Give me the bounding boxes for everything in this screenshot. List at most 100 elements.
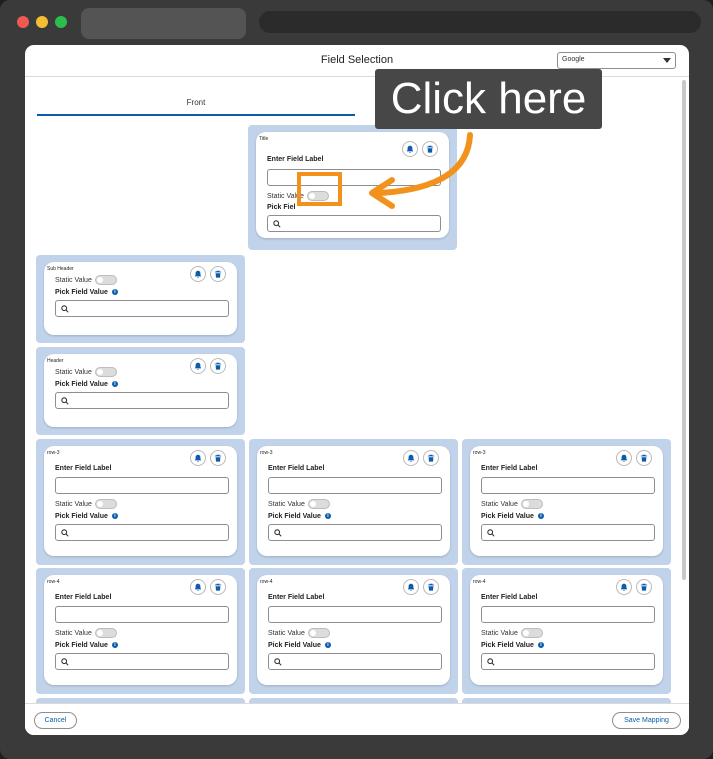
source-select[interactable]: Google (557, 52, 676, 69)
notify-button[interactable] (190, 579, 206, 595)
info-icon[interactable]: i (111, 513, 118, 520)
card-name: row-3 (47, 450, 60, 456)
static-value-label: Static Value (268, 630, 305, 637)
static-value-toggle[interactable] (95, 628, 117, 638)
card-inner: Sub Header Static Value Pick Field Value… (44, 262, 237, 335)
notify-button[interactable] (402, 141, 418, 157)
browser-tab[interactable] (81, 8, 246, 39)
enter-field-label-heading: Enter Field Label (481, 465, 538, 472)
card-inner: Title Enter Field Label Static Value Pic… (256, 132, 449, 238)
card-name: Title (259, 136, 269, 142)
static-value-toggle[interactable] (521, 499, 543, 509)
static-value-label: Static Value (55, 501, 92, 508)
card-inner: row-4 Enter Field Label Static Value Pic… (470, 575, 663, 685)
card-inner: row-4 Enter Field Label Static Value Pic… (44, 575, 237, 685)
static-value-toggle[interactable] (95, 367, 117, 377)
field-selection-modal: Field Selection Google Front Ba Title En… (25, 45, 689, 735)
pick-field-search-input[interactable] (268, 524, 442, 541)
tab-front[interactable]: Front (37, 98, 355, 116)
search-icon (487, 529, 495, 537)
pick-field-search-input[interactable] (55, 392, 229, 409)
info-icon[interactable]: i (537, 642, 544, 649)
pick-field-search-input[interactable] (268, 653, 442, 670)
delete-button[interactable] (210, 450, 226, 466)
delete-button[interactable] (210, 358, 226, 374)
notify-button[interactable] (190, 358, 206, 374)
pick-field-value-label: Pick Field Value i (55, 289, 118, 296)
notify-button[interactable] (616, 579, 632, 595)
pick-field-search-input[interactable] (267, 215, 441, 232)
delete-button[interactable] (423, 450, 439, 466)
search-icon (273, 220, 281, 228)
search-icon (61, 529, 69, 537)
static-value-label: Static Value (55, 277, 92, 284)
pick-field-value-text: Pick Field Value (55, 289, 108, 296)
static-value-label: Static Value (55, 630, 92, 637)
notify-button[interactable] (403, 450, 419, 466)
notify-button[interactable] (190, 266, 206, 282)
info-icon[interactable]: i (537, 513, 544, 520)
static-value-toggle[interactable] (308, 628, 330, 638)
pick-field-search-input[interactable] (55, 653, 229, 670)
delete-button[interactable] (636, 450, 652, 466)
delete-button[interactable] (422, 141, 438, 157)
delete-button[interactable] (210, 579, 226, 595)
enter-field-label-heading: Enter Field Label (481, 594, 538, 601)
delete-button[interactable] (423, 579, 439, 595)
static-value-toggle[interactable] (95, 275, 117, 285)
field-label-input[interactable] (268, 477, 442, 494)
field-label-input[interactable] (268, 606, 442, 623)
card-name: row-3 (473, 450, 486, 456)
card-name: row-4 (473, 579, 486, 585)
trash-icon (214, 362, 222, 370)
modal-scrollbar[interactable] (682, 80, 686, 580)
search-icon (61, 658, 69, 666)
static-value-toggle[interactable] (308, 499, 330, 509)
close-window-button[interactable] (17, 16, 29, 28)
bell-icon (620, 583, 628, 591)
pick-field-value-label: Pick Field Value i (481, 642, 544, 649)
pick-field-search-input[interactable] (481, 653, 655, 670)
delete-button[interactable] (210, 266, 226, 282)
card-name: Header (47, 358, 64, 364)
search-icon (61, 397, 69, 405)
field-label-input[interactable] (55, 477, 229, 494)
save-mapping-button[interactable]: Save Mapping (612, 712, 681, 729)
pick-field-search-input[interactable] (55, 300, 229, 317)
field-label-input[interactable] (267, 169, 441, 186)
field-label-input[interactable] (55, 606, 229, 623)
delete-button[interactable] (636, 579, 652, 595)
field-label-input[interactable] (481, 477, 655, 494)
pick-field-search-input[interactable] (481, 524, 655, 541)
static-value-toggle[interactable] (521, 628, 543, 638)
browser-window: Field Selection Google Front Ba Title En… (0, 0, 713, 759)
minimize-window-button[interactable] (36, 16, 48, 28)
card-inner: row-3 Enter Field Label Static Value Pic… (470, 446, 663, 556)
trash-icon (427, 454, 435, 462)
info-icon[interactable]: i (324, 513, 331, 520)
info-icon[interactable]: i (111, 289, 118, 296)
info-icon[interactable]: i (324, 642, 331, 649)
info-icon[interactable]: i (111, 381, 118, 388)
pick-field-value-label: Pick Field Value i (55, 513, 118, 520)
notify-button[interactable] (403, 579, 419, 595)
address-bar[interactable] (259, 11, 701, 33)
card-name: row-4 (260, 579, 273, 585)
modal-footer: Cancel Save Mapping (25, 703, 689, 735)
field-label-input[interactable] (481, 606, 655, 623)
trash-icon (426, 145, 434, 153)
cancel-button[interactable]: Cancel (34, 712, 77, 729)
info-icon[interactable]: i (111, 642, 118, 649)
static-value-toggle[interactable] (95, 499, 117, 509)
pick-field-value-text: Pick Field Value (268, 642, 321, 649)
notify-button[interactable] (616, 450, 632, 466)
pick-field-value-label: Pick Field Value i (55, 642, 118, 649)
maximize-window-button[interactable] (55, 16, 67, 28)
static-value-label: Static Value (268, 501, 305, 508)
search-icon (61, 305, 69, 313)
search-icon (274, 658, 282, 666)
trash-icon (640, 583, 648, 591)
notify-button[interactable] (190, 450, 206, 466)
row-card: row-3 Enter Field Label Static Value Pic… (36, 439, 245, 565)
pick-field-search-input[interactable] (55, 524, 229, 541)
